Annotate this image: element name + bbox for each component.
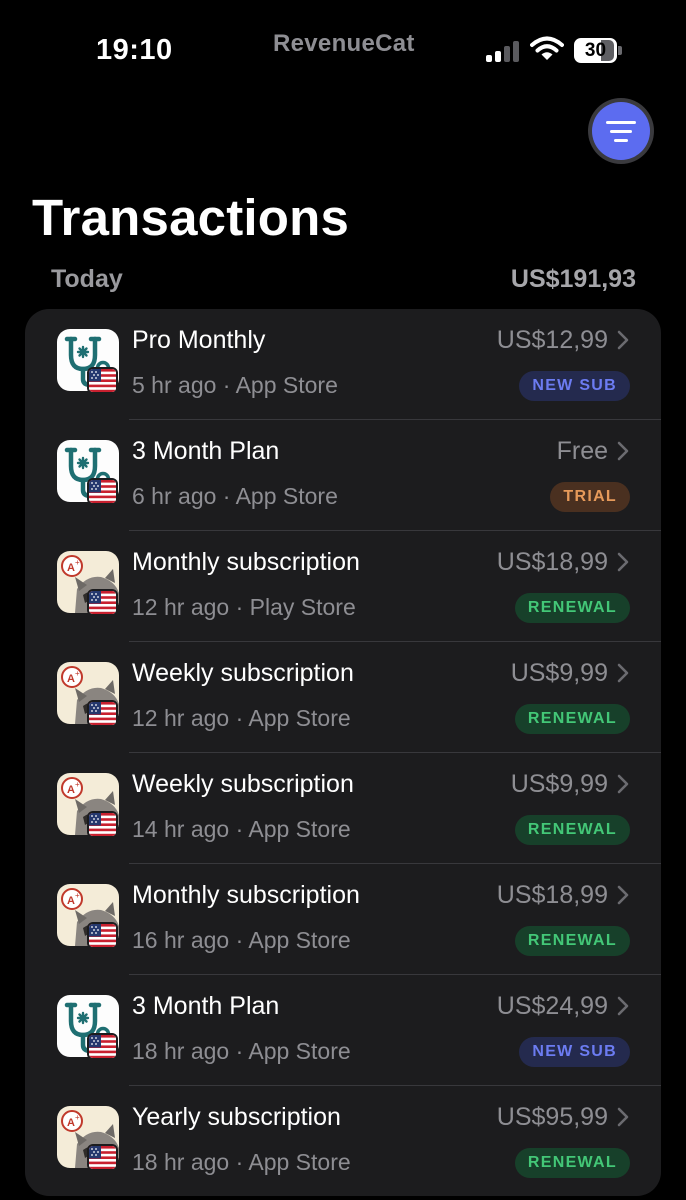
status-time: 19:10 [96, 34, 173, 66]
us-flag-icon [87, 922, 118, 949]
svg-text:A: A [67, 673, 75, 685]
us-flag-icon [87, 1144, 118, 1171]
svg-text:+: + [75, 1113, 80, 1122]
transaction-row[interactable]: 3 Month Plan 18 hr ago · App Store US$24… [25, 975, 661, 1086]
transaction-row[interactable]: A + Yearly subscription 18 hr ago · App S… [25, 1086, 661, 1196]
chevron-right-icon [617, 996, 629, 1016]
chevron-right-icon [617, 330, 629, 350]
status-badge: NEW SUB [519, 1037, 630, 1067]
product-name: 3 Month Plan [132, 437, 280, 465]
status-badge: RENEWAL [514, 926, 630, 956]
svg-text:A: A [67, 1117, 75, 1129]
transaction-meta: 14 hr ago · App Store [132, 816, 351, 842]
battery-level: 30 [584, 40, 607, 61]
product-name: Monthly subscription [132, 548, 360, 576]
transaction-price: US$18,99 [496, 548, 608, 576]
product-name: Pro Monthly [132, 326, 266, 354]
section-total: US$191,93 [510, 265, 636, 293]
transaction-price: US$24,99 [496, 992, 608, 1020]
transaction-meta: 5 hr ago · App Store [132, 372, 338, 398]
transaction-row[interactable]: A + Weekly subscription 14 hr ago · App S… [25, 753, 661, 864]
transaction-row[interactable]: 3 Month Plan 6 hr ago · App Store Free T… [25, 420, 661, 531]
chevron-right-icon [617, 885, 629, 905]
status-badge: RENEWAL [514, 1148, 630, 1178]
signal-icon [486, 40, 522, 62]
page-title: Transactions [32, 189, 350, 246]
us-flag-icon [87, 589, 118, 616]
transaction-row[interactable]: Pro Monthly 5 hr ago · App Store US$12,9… [25, 309, 661, 420]
transaction-meta: 12 hr ago · App Store [132, 705, 351, 731]
transaction-row[interactable]: A + Weekly subscription 12 hr ago · App S… [25, 642, 661, 753]
filter-icon [592, 102, 650, 160]
transaction-meta: 12 hr ago · Play Store [132, 594, 356, 620]
svg-text:A: A [67, 562, 75, 574]
chevron-right-icon [617, 774, 629, 794]
filter-button[interactable] [588, 98, 654, 164]
section-header: Today US$191,93 [51, 265, 636, 297]
transaction-price: US$9,99 [510, 770, 608, 798]
transaction-price: Free [556, 437, 608, 465]
chevron-right-icon [617, 663, 629, 683]
product-name: Monthly subscription [132, 881, 360, 909]
us-flag-icon [87, 700, 118, 727]
product-name: Weekly subscription [132, 659, 354, 687]
chevron-right-icon [617, 552, 629, 572]
product-name: 3 Month Plan [132, 992, 280, 1020]
status-badge: RENEWAL [514, 593, 630, 623]
status-badge: RENEWAL [514, 704, 630, 734]
product-name: Weekly subscription [132, 770, 354, 798]
svg-text:A: A [67, 895, 75, 907]
transaction-row[interactable]: A + Monthly subscription 12 hr ago · Play… [25, 531, 661, 642]
svg-text:+: + [75, 891, 80, 900]
transaction-meta: 6 hr ago · App Store [132, 483, 338, 509]
us-flag-icon [87, 1033, 118, 1060]
status-badge: TRIAL [550, 482, 630, 512]
us-flag-icon [87, 367, 118, 394]
svg-text:+: + [75, 558, 80, 567]
transaction-price: US$95,99 [496, 1103, 608, 1131]
brand-logo: RevenueCat [273, 30, 415, 57]
transaction-row[interactable]: A + Monthly subscription 16 hr ago · App … [25, 864, 661, 975]
us-flag-icon [87, 478, 118, 505]
battery-icon: 30 [574, 38, 622, 64]
us-flag-icon [87, 811, 118, 838]
chevron-right-icon [617, 1107, 629, 1127]
transaction-price: US$18,99 [496, 881, 608, 909]
svg-text:A: A [67, 784, 75, 796]
status-badge: RENEWAL [514, 815, 630, 845]
status-bar: 19:10 RevenueCat 30 [0, 0, 686, 100]
svg-text:+: + [75, 669, 80, 678]
chevron-right-icon [617, 441, 629, 461]
section-label: Today [51, 265, 123, 293]
transaction-price: US$9,99 [510, 659, 608, 687]
transactions-list: Pro Monthly 5 hr ago · App Store US$12,9… [25, 309, 661, 1196]
transaction-meta: 18 hr ago · App Store [132, 1149, 351, 1175]
transaction-price: US$12,99 [496, 326, 608, 354]
status-badge: NEW SUB [519, 371, 630, 401]
product-name: Yearly subscription [132, 1103, 341, 1131]
transaction-meta: 16 hr ago · App Store [132, 927, 351, 953]
transaction-meta: 18 hr ago · App Store [132, 1038, 351, 1064]
svg-text:+: + [75, 780, 80, 789]
wifi-icon [530, 36, 564, 60]
